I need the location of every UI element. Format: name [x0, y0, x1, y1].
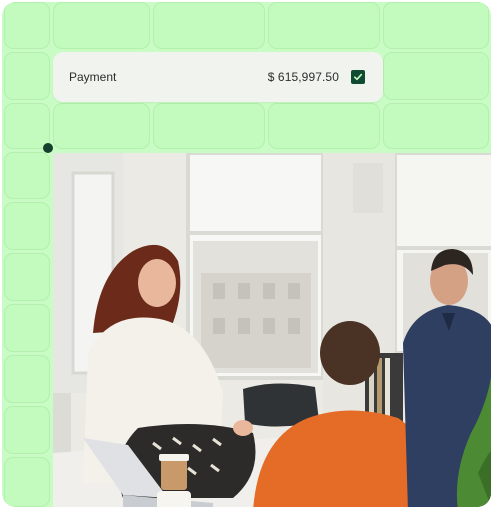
payment-amount: $ 615,997.50 [267, 70, 339, 84]
hero-card: Payment $ 615,997.50 [2, 2, 491, 507]
check-icon[interactable] [351, 70, 365, 84]
payment-label: Payment [69, 70, 117, 84]
office-meeting-photo [53, 153, 491, 507]
check-mark-icon [354, 73, 363, 81]
payment-row: Payment $ 615,997.50 [53, 52, 383, 102]
connector-dot [43, 143, 53, 153]
